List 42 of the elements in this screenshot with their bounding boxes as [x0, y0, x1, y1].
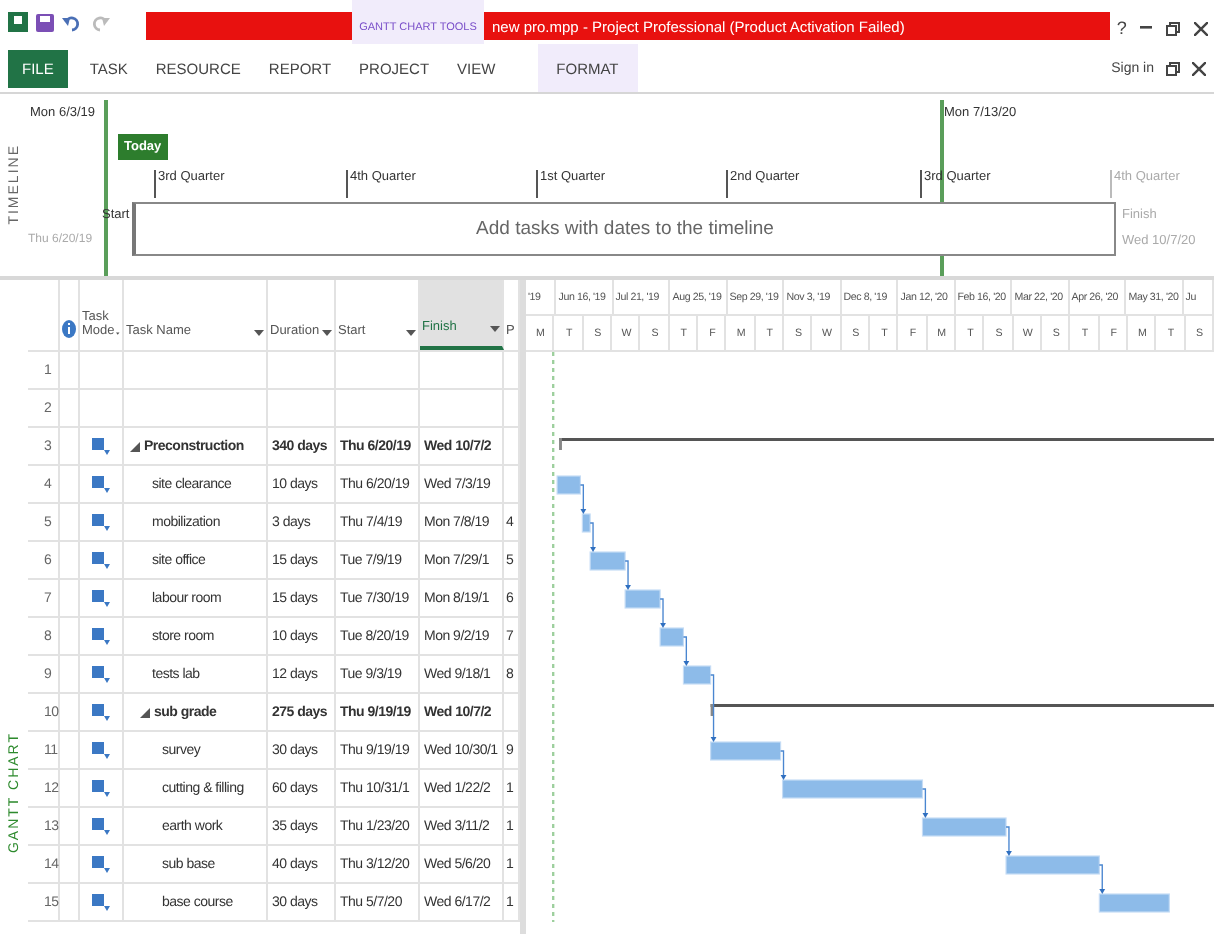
dependency-arrow: [624, 560, 631, 590]
caret-icon[interactable]: [254, 330, 264, 338]
task-mode-icon: [92, 855, 110, 873]
task-mode-icon: [92, 589, 110, 607]
summary-bar[interactable]: [710, 704, 1214, 716]
dependency-arrow: [709, 674, 717, 742]
close-icon[interactable]: [1192, 61, 1206, 75]
task-mode-icon: [92, 817, 110, 835]
caret-icon[interactable]: [490, 326, 500, 334]
restore-icon[interactable]: [1165, 21, 1180, 35]
task-mode-icon: [92, 703, 110, 721]
caret-icon[interactable]: [406, 330, 416, 338]
save-icon[interactable]: [36, 13, 54, 31]
task-mode-icon: [92, 475, 110, 493]
caret-icon[interactable]: [322, 330, 332, 338]
task-mode-icon: [92, 665, 110, 683]
close-icon[interactable]: [1193, 21, 1208, 35]
undo-icon[interactable]: [62, 13, 82, 31]
task-mode-icon: [92, 741, 110, 759]
task-mode-icon: [92, 513, 110, 531]
collapse-triangle-icon[interactable]: [140, 707, 150, 717]
dependency-arrow: [659, 598, 666, 628]
task-mode-icon: [92, 627, 110, 645]
dependency-arrow: [1005, 826, 1012, 856]
task-mode-icon: [92, 551, 110, 569]
task-mode-icon: [92, 893, 110, 911]
info-icon: [62, 320, 76, 338]
restore-icon[interactable]: [1166, 61, 1180, 75]
dependency-arrow: [579, 484, 587, 514]
collapse-triangle-icon[interactable]: [130, 441, 140, 451]
timeline-bar[interactable]: Add tasks with dates to the timeline: [132, 202, 1116, 256]
dependency-arrow: [589, 522, 596, 552]
minimize-icon[interactable]: [1140, 26, 1153, 30]
task-mode-icon: [92, 779, 110, 797]
help-icon[interactable]: ?: [1116, 18, 1127, 38]
app-icon[interactable]: [8, 12, 28, 32]
summary-bar[interactable]: [559, 438, 1214, 450]
dependency-arrow: [921, 788, 929, 818]
dependency-arrow: [682, 636, 690, 666]
dependency-arrow: [1098, 864, 1106, 894]
task-mode-icon: [92, 437, 110, 455]
dependency-arrow: [779, 750, 787, 780]
